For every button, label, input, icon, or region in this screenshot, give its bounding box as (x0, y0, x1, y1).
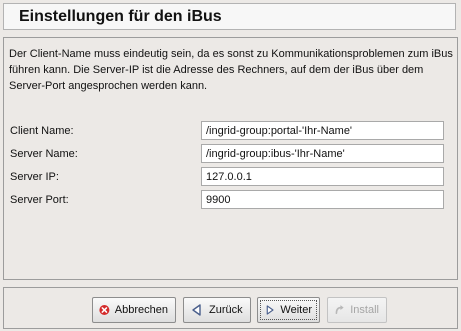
back-arrow-icon (192, 304, 201, 316)
button-bar: Abbrechen Zurück Weiter Install (3, 287, 458, 329)
server-name-label: Server Name: (10, 148, 78, 160)
install-icon (335, 305, 344, 315)
install-button-label: Install (350, 304, 379, 316)
page-title: Einstellungen für den iBus (19, 8, 222, 25)
cancel-button-label: Abbrechen (114, 304, 168, 316)
server-port-field[interactable] (201, 190, 444, 209)
back-button[interactable]: Zurück (183, 297, 251, 323)
install-button[interactable]: Install (327, 297, 387, 323)
server-ip-label: Server IP: (10, 171, 59, 183)
cancel-icon (99, 304, 110, 316)
server-ip-field[interactable] (201, 167, 444, 186)
back-button-label: Zurück (209, 304, 243, 316)
settings-panel: Der Client-Name muss eindeutig sein, da … (3, 37, 458, 280)
client-name-label: Client Name: (10, 125, 74, 137)
server-name-field[interactable] (201, 144, 444, 163)
client-name-field[interactable] (201, 121, 444, 140)
next-button-label: Weiter (280, 304, 312, 316)
title-header: Einstellungen für den iBus (3, 3, 456, 30)
next-button[interactable]: Weiter (257, 297, 320, 323)
server-port-label: Server Port: (10, 194, 69, 206)
cancel-button[interactable]: Abbrechen (92, 297, 176, 323)
description-text: Der Client-Name muss eindeutig sein, da … (9, 48, 453, 92)
next-arrow-icon (266, 305, 274, 315)
